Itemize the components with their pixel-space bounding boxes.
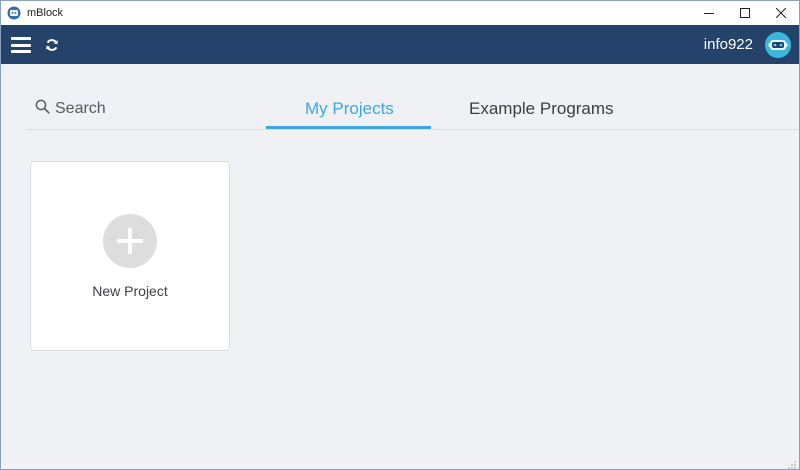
search-field[interactable]: Search: [35, 99, 106, 119]
active-tab-indicator: [266, 126, 431, 129]
tab-my-projects[interactable]: My Projects: [305, 99, 394, 119]
mblock-logo-icon: [7, 6, 21, 20]
window-title: mBlock: [27, 7, 64, 19]
username-label[interactable]: info922: [704, 36, 753, 53]
tab-example-programs[interactable]: Example Programs: [469, 99, 614, 119]
add-icon[interactable]: [103, 214, 157, 268]
search-icon: [35, 99, 50, 119]
hamburger-menu-icon[interactable]: [11, 37, 31, 53]
robot-avatar-icon[interactable]: [765, 32, 791, 58]
minimize-icon[interactable]: [691, 1, 727, 25]
title-bar: mBlock: [1, 1, 799, 25]
resize-grip-icon[interactable]: [787, 457, 797, 469]
app-window: mBlock info922 Search My Projects Exampl…: [0, 0, 800, 470]
search-placeholder[interactable]: Search: [55, 100, 106, 118]
refresh-icon[interactable]: [45, 38, 59, 52]
new-project-label: New Project: [92, 283, 168, 299]
maximize-icon[interactable]: [727, 1, 763, 25]
new-project-card[interactable]: New Project: [30, 161, 230, 351]
project-tabstrip: Search My Projects Example Programs: [25, 89, 799, 130]
close-icon[interactable]: [763, 1, 799, 25]
app-header: info922: [1, 25, 799, 64]
